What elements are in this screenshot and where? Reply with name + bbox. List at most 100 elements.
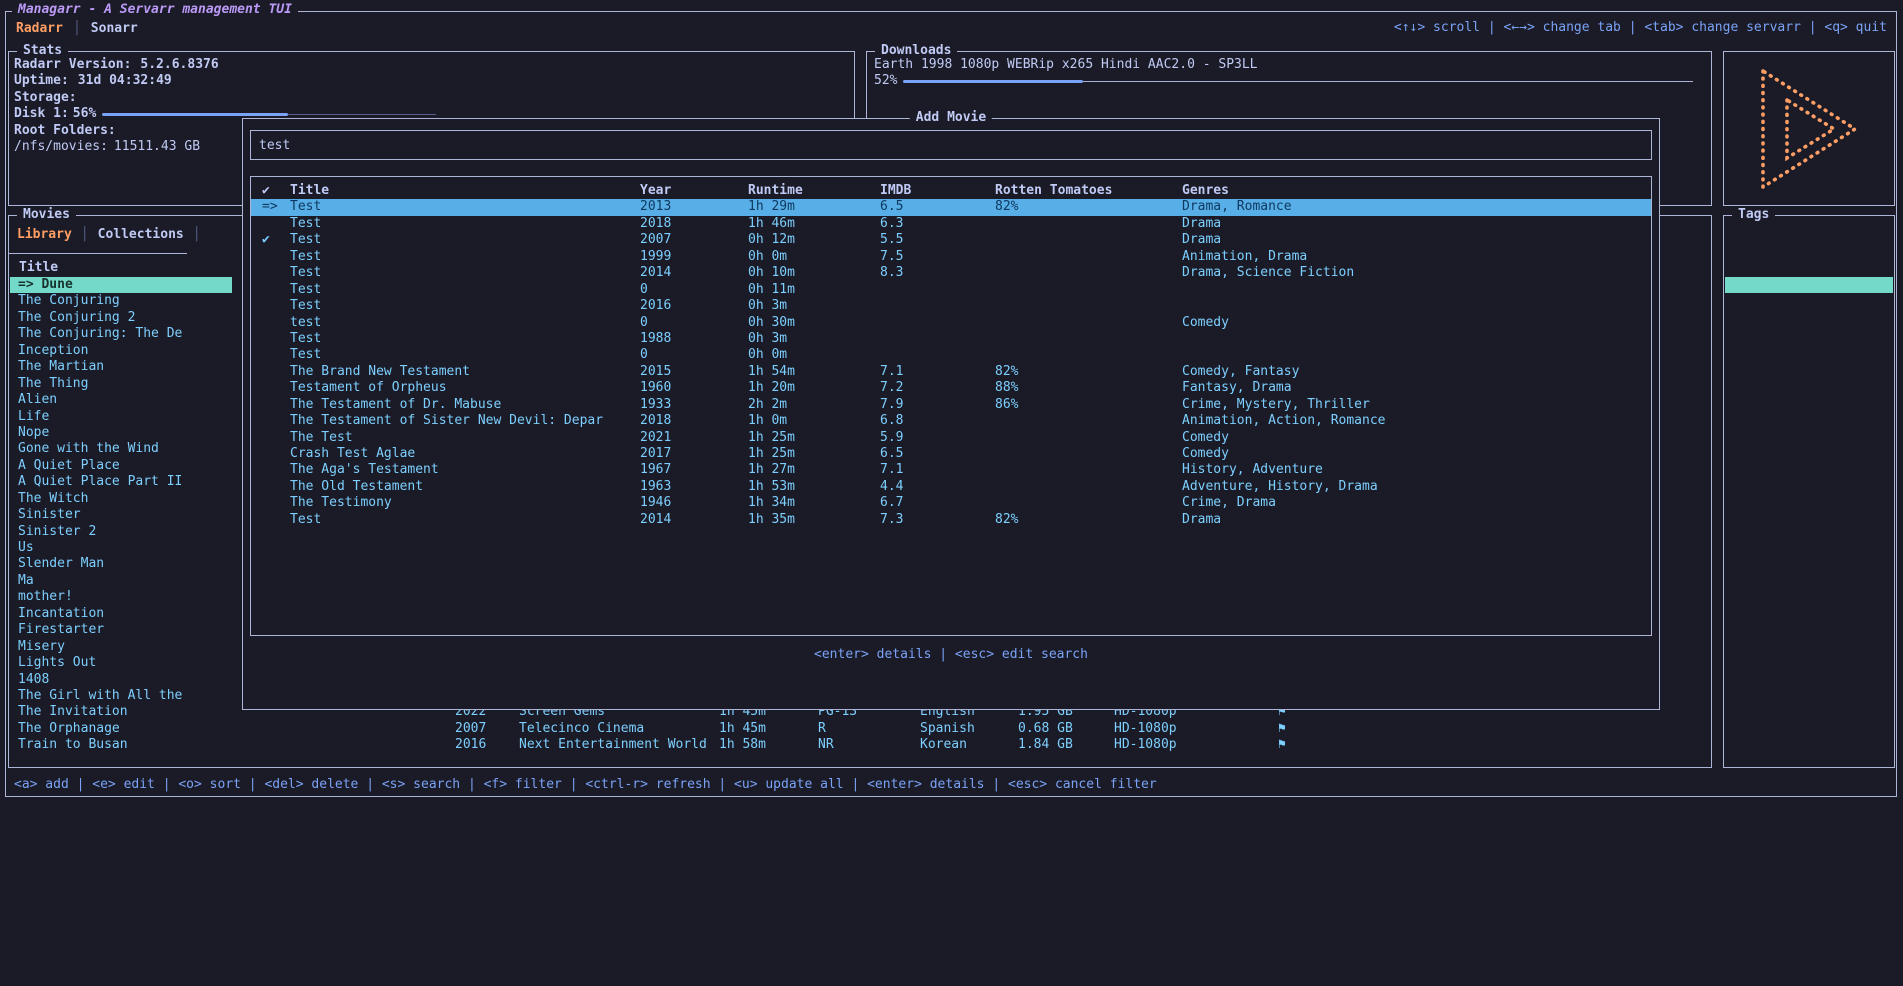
result-title: Test bbox=[290, 512, 640, 528]
result-imdb: 8.3 bbox=[880, 265, 995, 281]
movie-row[interactable]: Train to Busan 2016 Next Entertainment W… bbox=[10, 737, 1708, 753]
result-rotten-tomatoes bbox=[995, 249, 1182, 265]
result-year: 0 bbox=[640, 315, 748, 331]
result-imdb: 6.5 bbox=[880, 199, 995, 215]
result-title: test bbox=[290, 315, 640, 331]
movie-title: Dune bbox=[41, 277, 72, 292]
result-imdb bbox=[880, 315, 995, 331]
movie-title: Sinister 2 bbox=[18, 524, 96, 539]
movie-language: Korean bbox=[920, 737, 1018, 753]
year-column-header: Year bbox=[640, 183, 748, 199]
result-year: 2018 bbox=[640, 216, 748, 232]
movie-title: Firestarter bbox=[18, 622, 104, 637]
result-imdb bbox=[880, 282, 995, 298]
root-folders-label: Root Folders: bbox=[14, 123, 116, 139]
result-runtime: 1h 25m bbox=[748, 430, 880, 446]
result-runtime: 1h 53m bbox=[748, 479, 880, 495]
movie-title: The Witch bbox=[18, 491, 88, 506]
movie-year: 2007 bbox=[455, 721, 519, 737]
result-imdb: 7.1 bbox=[880, 364, 995, 380]
tab-separator: │ bbox=[73, 21, 81, 36]
result-rotten-tomatoes bbox=[995, 232, 1182, 248]
result-genres: Comedy bbox=[1182, 315, 1651, 331]
result-genres bbox=[1182, 347, 1651, 363]
download-progress-row: 52% bbox=[874, 73, 1706, 89]
search-result-row[interactable]: The Aga's Testament 1967 1h 27m 7.1 Hist… bbox=[251, 462, 1651, 478]
tags-panel-title: Tags bbox=[1732, 207, 1775, 223]
movie-title: Gone with the Wind bbox=[18, 441, 159, 456]
search-result-row[interactable]: The Testimony 1946 1h 34m 6.7 Crime, Dra… bbox=[251, 495, 1651, 511]
search-result-row[interactable]: Crash Test Aglae 2017 1h 25m 6.5 Comedy bbox=[251, 446, 1651, 462]
tab-sonarr[interactable]: Sonarr bbox=[91, 21, 138, 36]
search-result-row[interactable]: The Test 2021 1h 25m 5.9 Comedy bbox=[251, 430, 1651, 446]
movie-size: 1.84 GB bbox=[1018, 737, 1114, 753]
search-result-row[interactable]: The Old Testament 1963 1h 53m 4.4 Advent… bbox=[251, 479, 1651, 495]
stats-uptime-row: Uptime: 31d 04:32:49 bbox=[14, 73, 849, 89]
logo-panel bbox=[1723, 51, 1895, 206]
search-result-row[interactable]: ✔ Test 2007 0h 12m 5.5 Drama bbox=[251, 232, 1651, 248]
result-title: Test bbox=[290, 331, 640, 347]
search-result-row[interactable]: The Testament of Dr. Mabuse 1933 2h 2m 7… bbox=[251, 397, 1651, 413]
search-result-row[interactable]: Test 1999 0h 0m 7.5 Animation, Drama bbox=[251, 249, 1651, 265]
movie-search-input[interactable] bbox=[251, 138, 851, 153]
result-year: 2014 bbox=[640, 265, 748, 281]
result-imdb: 7.3 bbox=[880, 512, 995, 528]
result-genres: Drama, Romance bbox=[1182, 199, 1651, 215]
movie-title: A Quiet Place Part II bbox=[18, 474, 182, 489]
result-imdb: 6.8 bbox=[880, 413, 995, 429]
search-result-row[interactable]: Testament of Orpheus 1960 1h 20m 7.2 88%… bbox=[251, 380, 1651, 396]
search-result-row[interactable]: Test 2014 1h 35m 7.3 82% Drama bbox=[251, 512, 1651, 528]
result-rotten-tomatoes bbox=[995, 430, 1182, 446]
tab-collections[interactable]: Collections bbox=[98, 227, 184, 242]
search-result-row[interactable]: Test 1988 0h 3m bbox=[251, 331, 1651, 347]
tag-icon: ⚑ bbox=[1278, 721, 1708, 737]
result-title: Crash Test Aglae bbox=[290, 446, 640, 462]
movie-title: The Conjuring bbox=[18, 293, 120, 308]
search-result-row[interactable]: => Test 2013 1h 29m 6.5 82% Drama, Roman… bbox=[251, 199, 1651, 215]
result-rotten-tomatoes bbox=[995, 413, 1182, 429]
result-imdb: 5.9 bbox=[880, 430, 995, 446]
movie-title: Life bbox=[18, 409, 49, 424]
result-title: The Old Testament bbox=[290, 479, 640, 495]
check-column-header: ✔ bbox=[251, 183, 290, 199]
popup-keybind-help: <enter> details | <esc> edit search bbox=[243, 647, 1659, 662]
result-rotten-tomatoes bbox=[995, 282, 1182, 298]
movie-quality: HD-1080p bbox=[1114, 721, 1278, 737]
result-year: 2021 bbox=[640, 430, 748, 446]
result-genres: History, Adventure bbox=[1182, 462, 1651, 478]
search-result-row[interactable]: test 0 0h 30m Comedy bbox=[251, 315, 1651, 331]
result-runtime: 1h 27m bbox=[748, 462, 880, 478]
movie-row[interactable]: The Orphanage 2007 Telecinco Cinema 1h 4… bbox=[10, 721, 1708, 737]
storage-label: Storage: bbox=[14, 90, 77, 106]
result-title: The Aga's Testament bbox=[290, 462, 640, 478]
download-bar-filled bbox=[903, 80, 1083, 83]
result-year: 2016 bbox=[640, 298, 748, 314]
search-result-row[interactable]: Test 2018 1h 46m 6.3 Drama bbox=[251, 216, 1651, 232]
tag-icon: ⚑ bbox=[1278, 737, 1708, 753]
root-folder-path: /nfs/movies: bbox=[14, 139, 108, 155]
search-result-row[interactable]: The Testament of Sister New Devil: Depar… bbox=[251, 413, 1651, 429]
search-result-row[interactable]: The Brand New Testament 2015 1h 54m 7.1 … bbox=[251, 364, 1651, 380]
tab-radarr[interactable]: Radarr bbox=[16, 21, 63, 36]
result-title: Testament of Orpheus bbox=[290, 380, 640, 396]
result-rotten-tomatoes bbox=[995, 265, 1182, 281]
result-title: Test bbox=[290, 216, 640, 232]
result-rotten-tomatoes bbox=[995, 446, 1182, 462]
movie-studio: Telecinco Cinema bbox=[519, 721, 719, 737]
tab-library[interactable]: Library bbox=[17, 227, 72, 242]
search-result-row[interactable]: Test 2014 0h 10m 8.3 Drama, Science Fict… bbox=[251, 265, 1651, 281]
movie-certification: R bbox=[818, 721, 920, 737]
movie-language: Spanish bbox=[920, 721, 1018, 737]
selection-marker: => bbox=[262, 199, 278, 214]
result-rotten-tomatoes bbox=[995, 479, 1182, 495]
search-result-row[interactable]: Test 0 0h 11m bbox=[251, 282, 1651, 298]
result-genres: Crime, Drama bbox=[1182, 495, 1651, 511]
disk-label: Disk 1: bbox=[14, 106, 69, 122]
search-result-row[interactable]: Test 2016 0h 3m bbox=[251, 298, 1651, 314]
selected-tag-row[interactable] bbox=[1725, 277, 1893, 293]
top-keybind-help: <↑↓> scroll | <←→> change tab | <tab> ch… bbox=[1394, 20, 1887, 35]
result-imdb: 4.4 bbox=[880, 479, 995, 495]
result-runtime: 1h 35m bbox=[748, 512, 880, 528]
library-tabbar: Library │ Collections │ bbox=[9, 224, 187, 254]
search-result-row[interactable]: Test 0 0h 0m bbox=[251, 347, 1651, 363]
